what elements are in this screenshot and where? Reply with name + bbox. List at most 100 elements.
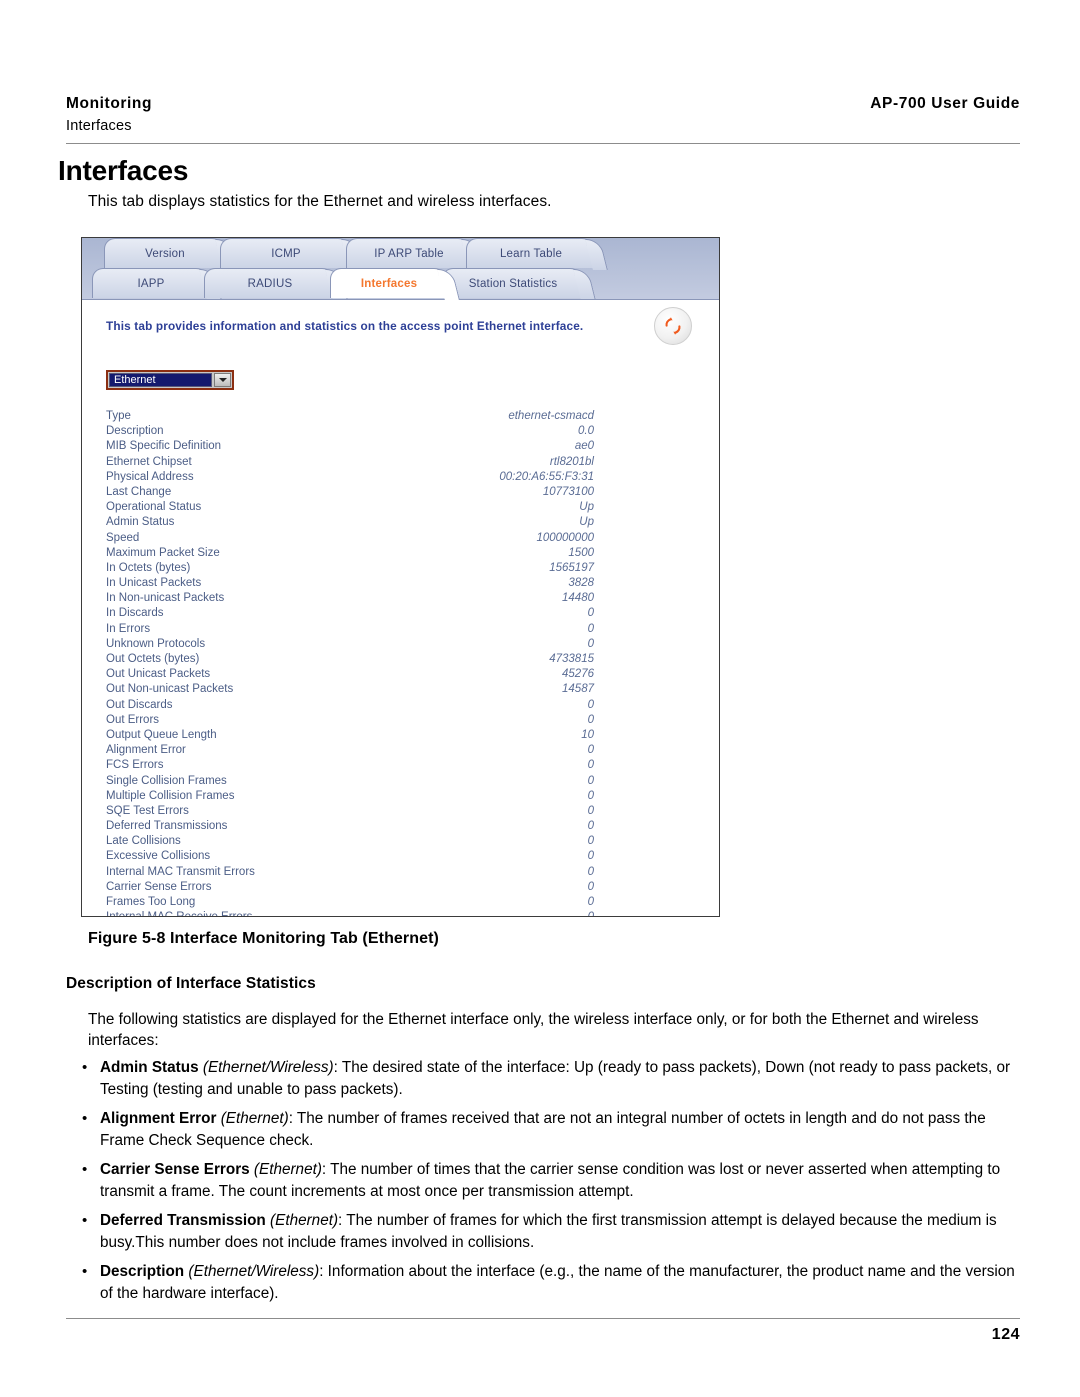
interface-select-value: Ethernet bbox=[109, 373, 212, 387]
chevron-down-icon[interactable] bbox=[214, 373, 231, 387]
statistic-row: Physical Address 00:20:A6:55:F3:31 bbox=[106, 470, 594, 485]
statistic-value: 100000000 bbox=[536, 531, 594, 544]
statistic-value: 0 bbox=[587, 865, 594, 878]
statistic-value: 0 bbox=[587, 835, 594, 848]
statistic-row: Operational Status Up bbox=[106, 500, 594, 515]
running-head: Monitoring AP-700 User Guide Interfaces bbox=[66, 95, 1020, 134]
statistic-label: In Errors bbox=[106, 622, 151, 635]
body-paragraph: The following statistics are displayed f… bbox=[88, 1011, 979, 1049]
statistic-scope: (Ethernet) bbox=[270, 1212, 339, 1229]
statistic-label: Unknown Protocols bbox=[106, 637, 206, 650]
statistic-row: In Octets (bytes) 1565197 bbox=[106, 561, 594, 576]
tab-learn-table[interactable]: Learn Table bbox=[466, 238, 596, 268]
list-item-text: Alignment Error (Ethernet): The number o… bbox=[100, 1108, 1023, 1151]
statistic-value: 3828 bbox=[568, 577, 594, 590]
statistic-label: Out Unicast Packets bbox=[106, 668, 211, 681]
statistic-value: 0 bbox=[587, 774, 594, 787]
statistic-row: Internal MAC Receive Errors 0 bbox=[106, 910, 594, 916]
statistic-value: 0 bbox=[587, 850, 594, 863]
statistic-label: Excessive Collisions bbox=[106, 850, 211, 863]
running-head-section: Interfaces bbox=[66, 118, 132, 134]
statistic-row: Description 0.0 bbox=[106, 424, 594, 439]
statistic-term: Deferred Transmission bbox=[100, 1212, 266, 1229]
list-item: • Admin Status (Ethernet/Wireless): The d… bbox=[78, 1057, 1023, 1100]
list-item: • Description (Ethernet/Wireless): Inform… bbox=[78, 1261, 1023, 1304]
tab-label: Learn Table bbox=[499, 247, 563, 260]
statistic-row: Excessive Collisions 0 bbox=[106, 849, 594, 864]
statistic-scope: (Ethernet) bbox=[253, 1161, 322, 1178]
tab-label: Station Statistics bbox=[468, 277, 558, 290]
refresh-icon[interactable] bbox=[654, 307, 692, 345]
statistic-row: Deferred Transmissions 0 bbox=[106, 819, 594, 834]
statistic-row: Maximum Packet Size 1500 bbox=[106, 546, 594, 561]
list-item-text: Admin Status (Ethernet/Wireless): The de… bbox=[100, 1057, 1023, 1100]
tab-row-lower: IAPP RADIUS Interfaces Station Statistic… bbox=[82, 268, 719, 298]
statistic-label: Internal MAC Transmit Errors bbox=[106, 865, 255, 878]
statistic-row: FCS Errors 0 bbox=[106, 758, 594, 773]
tab-interfaces[interactable]: Interfaces bbox=[330, 268, 448, 298]
statistic-value: 0 bbox=[587, 637, 594, 650]
statistic-row: Out Unicast Packets 45276 bbox=[106, 667, 594, 682]
tab-label: Interfaces bbox=[360, 277, 418, 290]
statistic-label: Type bbox=[106, 410, 131, 422]
footer-divider bbox=[66, 1318, 1020, 1319]
statistic-label: In Discards bbox=[106, 607, 164, 620]
statistic-term: Carrier Sense Errors bbox=[100, 1161, 250, 1178]
statistic-label: Speed bbox=[106, 531, 140, 544]
tab-station-statistics[interactable]: Station Statistics bbox=[442, 268, 584, 298]
tab-label: ICMP bbox=[271, 247, 301, 260]
statistic-row: Multiple Collision Frames 0 bbox=[106, 789, 594, 804]
tab-icmp[interactable]: ICMP bbox=[220, 238, 352, 268]
interface-statistics-table: Type ethernet-csmacd Description 0.0 MIB Spe… bbox=[106, 409, 594, 916]
statistic-label: Out Octets (bytes) bbox=[106, 653, 200, 665]
statistics-description-list: • Admin Status (Ethernet/Wireless): The d… bbox=[78, 1057, 1023, 1312]
statistic-scope: (Ethernet/Wireless) bbox=[188, 1263, 320, 1280]
statistic-label: Admin Status bbox=[106, 516, 175, 529]
statistic-value: 14587 bbox=[562, 683, 594, 696]
figure-caption: Figure 5-8 Interface Monitoring Tab (Eth… bbox=[88, 930, 439, 947]
statistic-row: Alignment Error 0 bbox=[106, 743, 594, 758]
statistic-term: Alignment Error bbox=[100, 1110, 217, 1127]
statistic-label: In Octets (bytes) bbox=[106, 561, 191, 574]
statistic-label: Last Change bbox=[106, 485, 172, 498]
statistic-label: Ethernet Chipset bbox=[106, 455, 192, 468]
statistic-value: 45276 bbox=[562, 668, 594, 681]
statistic-row: Unknown Protocols 0 bbox=[106, 637, 594, 652]
section-subheading: Description of Interface Statistics bbox=[66, 975, 316, 992]
bullet-marker: • bbox=[82, 1212, 88, 1229]
statistic-label: Out Non-unicast Packets bbox=[106, 683, 234, 696]
tab-radius[interactable]: RADIUS bbox=[204, 268, 336, 298]
tab-row-upper: Version ICMP IP ARP Table Learn Table bbox=[82, 238, 719, 268]
statistic-value: 10773100 bbox=[542, 485, 594, 498]
statistic-row: Type ethernet-csmacd bbox=[106, 409, 594, 424]
tab-label: IP ARP Table bbox=[374, 247, 444, 260]
tab-ip-arp-table[interactable]: IP ARP Table bbox=[346, 238, 472, 268]
statistic-label: Carrier Sense Errors bbox=[106, 880, 212, 893]
statistic-row: In Discards 0 bbox=[106, 606, 594, 621]
statistic-row: Frames Too Long 0 bbox=[106, 895, 594, 910]
statistic-scope: (Ethernet/Wireless) bbox=[202, 1059, 334, 1076]
tab-version[interactable]: Version bbox=[104, 238, 226, 268]
intro-paragraph: This tab displays statistics for the Eth… bbox=[88, 193, 552, 210]
statistic-value: 0.0 bbox=[578, 425, 594, 438]
bullet-marker: • bbox=[82, 1059, 88, 1076]
interface-select[interactable]: Ethernet bbox=[106, 370, 234, 390]
statistic-label: Operational Status bbox=[106, 501, 202, 514]
tab-iapp[interactable]: IAPP bbox=[92, 268, 210, 298]
statistic-row: Late Collisions 0 bbox=[106, 834, 594, 849]
statistic-label: Deferred Transmissions bbox=[106, 820, 228, 833]
statistic-label: Alignment Error bbox=[106, 744, 186, 757]
statistic-label: SQE Test Errors bbox=[106, 804, 189, 817]
figure-screenshot: Version ICMP IP ARP Table Learn Table IA… bbox=[81, 237, 720, 917]
statistic-value: 1500 bbox=[568, 546, 594, 559]
statistic-value: 14480 bbox=[562, 592, 594, 605]
statistic-row: Output Queue Length 10 bbox=[106, 728, 594, 743]
statistic-value: rtl8201bl bbox=[549, 455, 594, 468]
tab-label: Version bbox=[145, 247, 185, 260]
running-head-guide-title: AP-700 User Guide bbox=[870, 95, 1020, 112]
statistic-value: 0 bbox=[587, 820, 594, 833]
statistic-label: Out Discards bbox=[106, 698, 173, 711]
info-bar: This tab provides information and statis… bbox=[82, 299, 719, 356]
statistic-row: Carrier Sense Errors 0 bbox=[106, 880, 594, 895]
figure-content: Ethernet Type ethernet-csmacd Description 0… bbox=[82, 356, 719, 916]
